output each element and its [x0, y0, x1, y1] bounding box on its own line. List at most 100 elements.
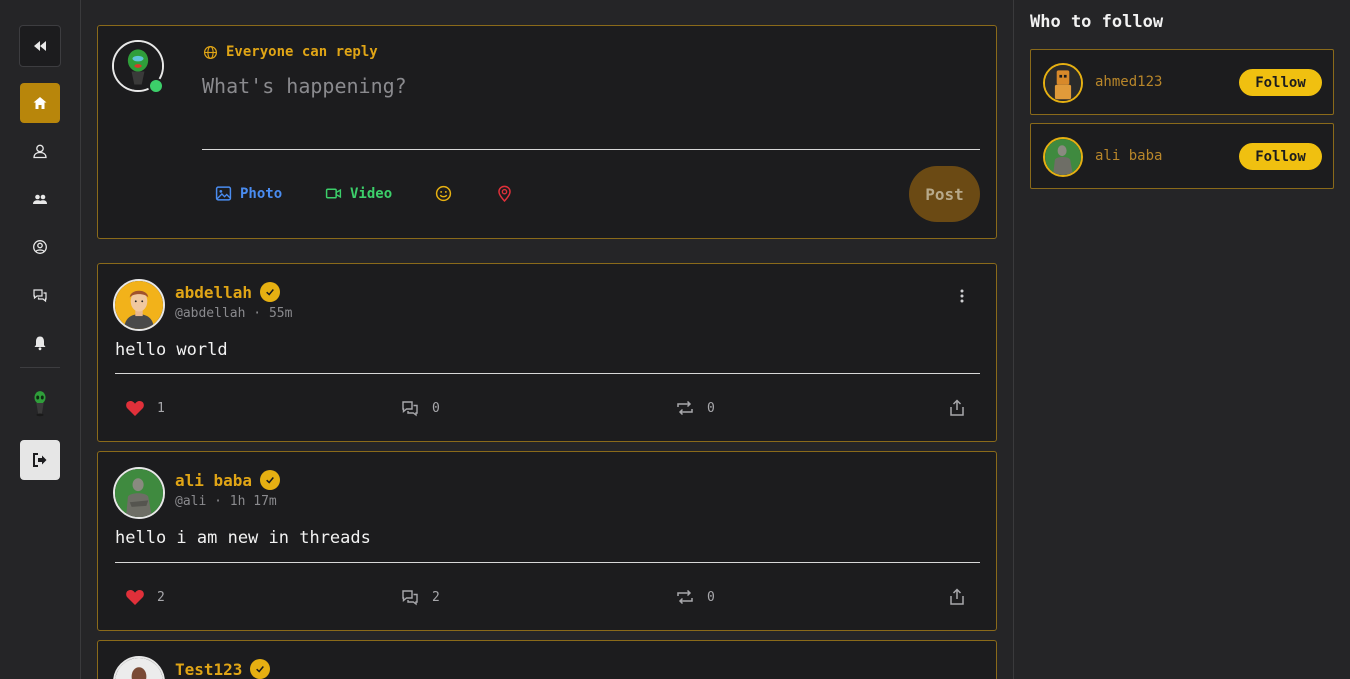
video-label: Video: [350, 185, 393, 202]
app-root: Everyone can reply Photo Video Post abde…: [0, 0, 1350, 679]
heart-icon: [126, 590, 144, 605]
follow-button[interactable]: Follow: [1239, 143, 1322, 170]
post-divider: [115, 562, 980, 563]
more-options-icon[interactable]: [954, 288, 970, 304]
chat-bubbles-icon: [402, 590, 418, 606]
post-avatar[interactable]: [113, 467, 165, 519]
suggestion-name[interactable]: ali baba: [1095, 148, 1162, 164]
add-video-button[interactable]: Video: [325, 185, 392, 202]
sidebar-item-home[interactable]: [20, 83, 60, 123]
verified-badge: [250, 659, 271, 679]
sidebar-user-avatar[interactable]: [20, 383, 60, 423]
post-avatar[interactable]: [113, 656, 165, 679]
cartoon-man-avatar-icon: [115, 281, 163, 329]
check-icon: [256, 666, 265, 673]
post-composer: Everyone can reply Photo Video Post: [97, 25, 997, 239]
follow-suggestion: ali baba Follow: [1030, 123, 1334, 189]
logout-button[interactable]: [20, 440, 60, 480]
comment-button[interactable]: 2: [400, 587, 440, 607]
post-author-name: ali baba: [175, 470, 253, 490]
users-icon: [33, 194, 47, 204]
suggestion-avatar[interactable]: [1043, 137, 1083, 177]
repost-count: 0: [707, 589, 715, 605]
photo-label: Photo: [240, 185, 283, 202]
man-avatar-icon: [115, 658, 163, 679]
share-button[interactable]: [947, 587, 967, 607]
add-location-button[interactable]: [496, 185, 513, 202]
post-author[interactable]: Test123: [175, 659, 271, 679]
robot-avatar-icon: [1045, 65, 1081, 101]
post-card: ali baba @ali · 1h 17m hello i am new in…: [97, 451, 997, 631]
sidebar-item-profile[interactable]: [20, 131, 60, 171]
repost-button[interactable]: 0: [675, 398, 715, 418]
chat-bubbles-icon: [33, 289, 47, 303]
post-text: hello i am new in threads: [115, 528, 371, 548]
user-icon: [33, 144, 47, 159]
like-count: 1: [157, 400, 165, 416]
post-author[interactable]: abdellah: [175, 282, 281, 302]
right-panel-divider: [1013, 0, 1014, 679]
user-circle-icon: [33, 240, 47, 254]
who-to-follow-title: Who to follow: [1030, 12, 1164, 32]
bell-icon: [34, 336, 46, 351]
share-button[interactable]: [947, 398, 967, 418]
follow-button[interactable]: Follow: [1239, 69, 1322, 96]
sign-out-icon: [33, 453, 47, 467]
post-author-name: abdellah: [175, 282, 253, 302]
check-icon: [266, 477, 274, 484]
sidebar-item-messages[interactable]: [20, 275, 60, 315]
like-button[interactable]: 1: [125, 398, 165, 418]
sidebar-divider: [20, 367, 60, 368]
image-icon: [215, 186, 232, 201]
share-icon: [950, 588, 964, 605]
suggestion-avatar[interactable]: [1043, 63, 1083, 103]
post-time: 1h 17m: [229, 494, 277, 509]
compose-input[interactable]: [202, 70, 980, 150]
online-status-dot: [148, 78, 164, 94]
comment-button[interactable]: 0: [400, 398, 440, 418]
chat-bubbles-icon: [402, 401, 418, 417]
verified-badge: [260, 282, 281, 302]
sidebar-item-notifications[interactable]: [20, 323, 60, 363]
sidebar-item-account[interactable]: [20, 227, 60, 267]
meta-separator: ·: [253, 306, 262, 321]
repost-count: 0: [707, 400, 715, 416]
post-meta: @abdellah · 55m: [175, 306, 292, 321]
verified-badge: [260, 470, 281, 490]
comment-count: 0: [432, 400, 440, 416]
suggestion-name[interactable]: ahmed123: [1095, 74, 1162, 90]
video-camera-icon: [325, 188, 342, 199]
post-divider: [115, 373, 980, 374]
globe-icon: [203, 45, 218, 59]
post-card: abdellah @abdellah · 55m hello world 1 0…: [97, 263, 997, 442]
post-button[interactable]: Post: [909, 166, 980, 222]
add-emoji-button[interactable]: [435, 185, 452, 202]
post-time: 55m: [268, 306, 293, 321]
sidebar: [0, 0, 81, 679]
repost-icon: [677, 400, 693, 416]
map-pin-icon: [498, 185, 511, 202]
add-photo-button[interactable]: Photo: [215, 185, 282, 202]
post-author[interactable]: ali baba: [175, 470, 281, 490]
sidebar-item-friends[interactable]: [20, 179, 60, 219]
post-meta: @ali · 1h 17m: [175, 494, 277, 509]
reply-setting-label: Everyone can reply: [226, 44, 378, 60]
home-icon: [33, 97, 47, 109]
statue-avatar-icon: [1045, 139, 1081, 175]
post-handle: @ali: [175, 494, 207, 509]
check-icon: [266, 289, 274, 296]
repost-button[interactable]: 0: [675, 587, 715, 607]
statue-avatar-icon: [115, 469, 163, 517]
double-chevron-left-icon: [34, 41, 46, 51]
meta-separator: ·: [214, 494, 222, 509]
like-button[interactable]: 2: [125, 587, 165, 607]
repost-icon: [677, 589, 693, 605]
heart-icon: [126, 401, 144, 416]
post-text: hello world: [115, 340, 228, 360]
collapse-sidebar-button[interactable]: [19, 25, 61, 67]
reply-setting[interactable]: Everyone can reply: [203, 44, 378, 60]
post-avatar[interactable]: [113, 279, 165, 331]
like-count: 2: [157, 589, 165, 605]
smile-icon: [435, 185, 452, 202]
post-author-name: Test123: [175, 659, 243, 679]
